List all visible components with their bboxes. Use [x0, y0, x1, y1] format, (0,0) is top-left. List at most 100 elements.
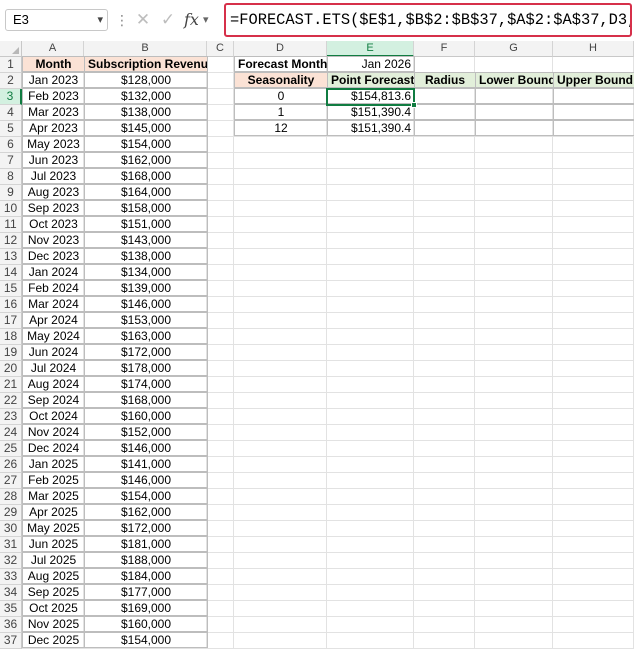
forecast-month-label[interactable]: Forecast Month: [234, 56, 328, 72]
month-cell[interactable]: Mar 2024: [22, 296, 85, 312]
grid-cell[interactable]: [414, 409, 475, 425]
row-header[interactable]: 18: [0, 329, 22, 345]
revenue-cell[interactable]: $141,000: [84, 456, 208, 472]
cancel-icon[interactable]: ✕: [133, 10, 153, 30]
grid-cell[interactable]: [475, 537, 553, 553]
grid-cell[interactable]: [234, 297, 327, 313]
month-cell[interactable]: Oct 2024: [22, 408, 85, 424]
grid-cell[interactable]: [553, 185, 634, 201]
row-header[interactable]: 33: [0, 569, 22, 585]
grid-cell[interactable]: [475, 489, 553, 505]
grid-cell[interactable]: [553, 393, 634, 409]
month-cell[interactable]: Jul 2025: [22, 552, 85, 568]
grid-cell[interactable]: [414, 265, 475, 281]
grid-cell[interactable]: [207, 297, 234, 313]
month-cell[interactable]: Jan 2025: [22, 456, 85, 472]
row-header[interactable]: 17: [0, 313, 22, 329]
grid-cell[interactable]: [475, 313, 553, 329]
point-forecast-cell[interactable]: $151,390.4: [327, 120, 415, 136]
forecast-header-5[interactable]: Upper Bound: [553, 72, 634, 88]
row-header[interactable]: 36: [0, 617, 22, 633]
month-cell[interactable]: Sep 2024: [22, 392, 85, 408]
grid-cell[interactable]: [414, 217, 475, 233]
grid-cell[interactable]: [207, 377, 234, 393]
forecast-month-value[interactable]: Jan 2026: [327, 56, 415, 72]
grid-cell[interactable]: [234, 345, 327, 361]
grid-cell[interactable]: [327, 505, 414, 521]
forecast-cell[interactable]: [414, 120, 476, 136]
grid-cell[interactable]: [234, 217, 327, 233]
grid-cell[interactable]: [327, 345, 414, 361]
month-cell[interactable]: Apr 2023: [22, 120, 85, 136]
grid-cell[interactable]: [414, 329, 475, 345]
grid-cell[interactable]: [414, 457, 475, 473]
revenue-cell[interactable]: $143,000: [84, 232, 208, 248]
grid-cell[interactable]: [327, 297, 414, 313]
grid-cell[interactable]: [553, 297, 634, 313]
grid-cell[interactable]: [475, 153, 553, 169]
grid-cell[interactable]: [475, 393, 553, 409]
grid-cell[interactable]: [553, 425, 634, 441]
grid-cell[interactable]: [207, 633, 234, 649]
revenue-cell[interactable]: $168,000: [84, 168, 208, 184]
grid-cell[interactable]: [475, 409, 553, 425]
revenue-cell[interactable]: $162,000: [84, 152, 208, 168]
grid-cell[interactable]: [475, 265, 553, 281]
grid-cell[interactable]: [327, 249, 414, 265]
grid-cell[interactable]: [327, 409, 414, 425]
grid-cell[interactable]: [553, 329, 634, 345]
grid-cell[interactable]: [327, 521, 414, 537]
month-cell[interactable]: Jul 2024: [22, 360, 85, 376]
seasonality-cell[interactable]: 0: [234, 88, 328, 104]
grid-cell[interactable]: [475, 137, 553, 153]
row-header[interactable]: 35: [0, 601, 22, 617]
grid-cell[interactable]: [475, 185, 553, 201]
grid-cell[interactable]: [207, 505, 234, 521]
grid-cell[interactable]: [234, 633, 327, 649]
grid-cell[interactable]: [414, 281, 475, 297]
grid-cell[interactable]: [234, 329, 327, 345]
revenue-cell[interactable]: $160,000: [84, 616, 208, 632]
revenue-cell[interactable]: $169,000: [84, 600, 208, 616]
grid-cell[interactable]: [553, 313, 634, 329]
revenue-cell[interactable]: $160,000: [84, 408, 208, 424]
grid-cell[interactable]: [327, 553, 414, 569]
row-header[interactable]: 34: [0, 585, 22, 601]
grid-cell[interactable]: [475, 361, 553, 377]
grid-cell[interactable]: [414, 425, 475, 441]
grid-cell[interactable]: [414, 489, 475, 505]
grid-cell[interactable]: [234, 537, 327, 553]
grid-cell[interactable]: [475, 249, 553, 265]
grid-cell[interactable]: [234, 249, 327, 265]
row-header[interactable]: 22: [0, 393, 22, 409]
month-cell[interactable]: Aug 2025: [22, 568, 85, 584]
grid-cell[interactable]: [327, 153, 414, 169]
row-header[interactable]: 27: [0, 473, 22, 489]
revenue-cell[interactable]: $146,000: [84, 440, 208, 456]
row-header[interactable]: 3: [0, 89, 22, 105]
grid-cell[interactable]: [475, 425, 553, 441]
row-header[interactable]: 10: [0, 201, 22, 217]
grid-cell[interactable]: [553, 377, 634, 393]
grid-cell[interactable]: [553, 409, 634, 425]
month-cell[interactable]: Nov 2024: [22, 424, 85, 440]
grid-cell[interactable]: [475, 297, 553, 313]
grid-cell[interactable]: [414, 553, 475, 569]
grid-cell[interactable]: [207, 153, 234, 169]
grid-cell[interactable]: [207, 73, 234, 89]
grid-cell[interactable]: [414, 617, 475, 633]
grid-cell[interactable]: [475, 329, 553, 345]
grid-cell[interactable]: [207, 489, 234, 505]
grid-cell[interactable]: [327, 185, 414, 201]
month-cell[interactable]: Oct 2025: [22, 600, 85, 616]
row-header[interactable]: 23: [0, 409, 22, 425]
month-cell[interactable]: Jun 2023: [22, 152, 85, 168]
grid-cell[interactable]: [553, 281, 634, 297]
revenue-cell[interactable]: $164,000: [84, 184, 208, 200]
grid-cell[interactable]: [327, 329, 414, 345]
grid-cell[interactable]: [414, 153, 475, 169]
forecast-cell[interactable]: [414, 88, 476, 104]
grid-cell[interactable]: [475, 617, 553, 633]
grid-cell[interactable]: [234, 521, 327, 537]
column-header-a[interactable]: A: [22, 41, 84, 57]
